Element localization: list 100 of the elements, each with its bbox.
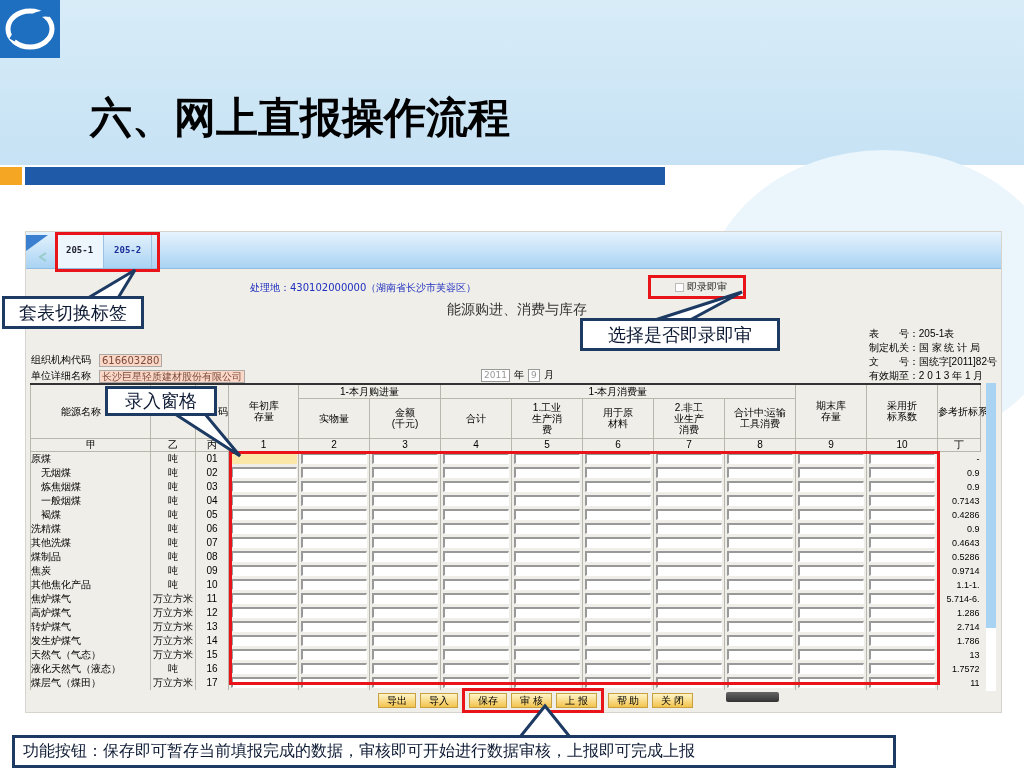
entry-field[interactable] — [727, 509, 793, 520]
entry-field[interactable] — [656, 565, 722, 576]
entry-field[interactable] — [443, 551, 509, 562]
entry-field[interactable] — [443, 467, 509, 478]
entry-field[interactable] — [798, 523, 865, 534]
entry-field[interactable] — [727, 565, 793, 576]
entry-field[interactable] — [869, 663, 936, 674]
entry-field[interactable] — [656, 635, 722, 646]
entry-field[interactable] — [372, 649, 438, 660]
entry-field[interactable] — [727, 607, 793, 618]
entry-field[interactable] — [443, 593, 509, 604]
entry-field[interactable] — [727, 551, 793, 562]
entry-field[interactable] — [443, 635, 509, 646]
entry-field[interactable] — [585, 523, 651, 534]
entry-field[interactable] — [301, 467, 367, 478]
entry-field[interactable] — [798, 495, 865, 506]
entry-field[interactable] — [585, 635, 651, 646]
action-button[interactable]: 导出 — [378, 692, 416, 708]
entry-field[interactable] — [798, 481, 865, 492]
entry-field[interactable] — [514, 551, 580, 562]
entry-field[interactable] — [869, 677, 936, 688]
entry-field[interactable] — [869, 453, 936, 464]
entry-field[interactable] — [656, 607, 722, 618]
entry-field[interactable] — [727, 453, 793, 464]
entry-field[interactable] — [798, 593, 865, 604]
entry-field[interactable] — [798, 607, 865, 618]
entry-field[interactable] — [514, 635, 580, 646]
entry-field[interactable] — [798, 621, 865, 632]
entry-field[interactable] — [585, 621, 651, 632]
entry-field[interactable] — [231, 621, 297, 632]
entry-field[interactable] — [372, 523, 438, 534]
action-button[interactable]: 保存 — [469, 692, 507, 708]
entry-field[interactable] — [443, 523, 509, 534]
scrollbar[interactable] — [986, 383, 996, 691]
entry-field[interactable] — [372, 495, 438, 506]
entry-field[interactable] — [798, 579, 865, 590]
entry-field[interactable] — [301, 551, 367, 562]
entry-field[interactable] — [656, 663, 722, 674]
entry-field[interactable] — [372, 677, 438, 688]
entry-field[interactable] — [585, 551, 651, 562]
entry-field[interactable] — [443, 495, 509, 506]
entry-field[interactable] — [869, 593, 936, 604]
entry-field[interactable] — [514, 607, 580, 618]
input-field[interactable]: 长沙巨星轻质建材股份有限公司 — [99, 369, 245, 383]
entry-field[interactable] — [585, 565, 651, 576]
entry-field[interactable] — [869, 523, 936, 534]
entry-field[interactable] — [869, 551, 936, 562]
entry-field[interactable] — [443, 649, 509, 660]
entry-field[interactable] — [231, 551, 297, 562]
entry-field[interactable] — [727, 635, 793, 646]
entry-field[interactable] — [514, 495, 580, 506]
action-button[interactable]: 导入 — [420, 692, 458, 708]
entry-field[interactable] — [514, 453, 580, 464]
input-field[interactable]: 616603280 — [99, 353, 163, 367]
tab[interactable]: 205-2 — [104, 232, 153, 268]
entry-field[interactable] — [372, 537, 438, 548]
entry-field[interactable] — [656, 537, 722, 548]
entry-field[interactable] — [514, 663, 580, 674]
entry-field[interactable] — [656, 649, 722, 660]
entry-field[interactable] — [443, 537, 509, 548]
entry-field[interactable] — [372, 621, 438, 632]
entry-field[interactable] — [514, 537, 580, 548]
entry-field[interactable] — [585, 537, 651, 548]
entry-field[interactable] — [727, 621, 793, 632]
entry-field[interactable] — [798, 509, 865, 520]
entry-field[interactable] — [798, 467, 865, 478]
entry-field[interactable] — [869, 635, 936, 646]
entry-field[interactable] — [798, 565, 865, 576]
entry-field[interactable] — [585, 579, 651, 590]
entry-field[interactable] — [443, 621, 509, 632]
entry-field[interactable] — [656, 579, 722, 590]
entry-field[interactable] — [798, 537, 865, 548]
entry-field[interactable] — [656, 523, 722, 534]
entry-field[interactable] — [585, 509, 651, 520]
entry-field[interactable] — [514, 621, 580, 632]
entry-field[interactable] — [798, 635, 865, 646]
entry-field[interactable] — [372, 551, 438, 562]
entry-field[interactable] — [443, 565, 509, 576]
entry-field[interactable] — [514, 593, 580, 604]
entry-field[interactable] — [301, 495, 367, 506]
entry-field[interactable] — [514, 677, 580, 688]
entry-field[interactable] — [869, 467, 936, 478]
entry-field[interactable] — [231, 579, 297, 590]
entry-field[interactable] — [869, 565, 936, 576]
entry-field[interactable] — [798, 453, 865, 464]
entry-field[interactable] — [656, 467, 722, 478]
entry-field[interactable] — [656, 677, 722, 688]
entry-field[interactable] — [372, 607, 438, 618]
entry-field[interactable] — [585, 663, 651, 674]
entry-field[interactable] — [869, 621, 936, 632]
entry-field[interactable] — [727, 649, 793, 660]
entry-field[interactable] — [231, 537, 297, 548]
entry-field[interactable] — [231, 607, 297, 618]
entry-field[interactable] — [372, 593, 438, 604]
entry-field[interactable] — [656, 481, 722, 492]
entry-field[interactable] — [798, 551, 865, 562]
entry-field[interactable] — [443, 677, 509, 688]
entry-field[interactable] — [727, 663, 793, 674]
entry-field[interactable] — [585, 481, 651, 492]
entry-field[interactable] — [656, 453, 722, 464]
